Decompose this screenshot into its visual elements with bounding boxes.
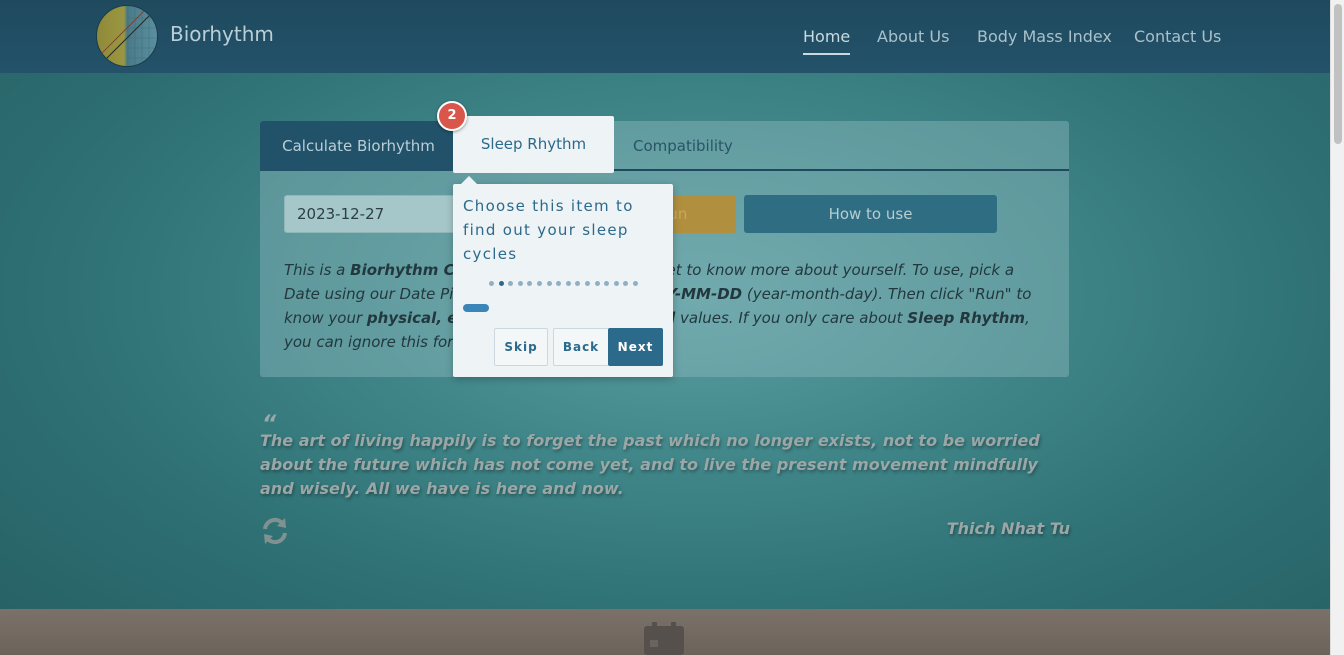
- tour-step-bullet[interactable]: [546, 281, 552, 286]
- tab-compatibility[interactable]: Compatibility: [633, 121, 733, 171]
- tour-step-bullet[interactable]: [594, 281, 600, 286]
- refresh-icon[interactable]: [259, 515, 291, 547]
- tour-step-bullet[interactable]: [604, 281, 610, 286]
- tour-tooltip: Choose this item to find out your sleep …: [453, 176, 673, 377]
- calendar-icon: [642, 622, 686, 655]
- tour-step-bullet[interactable]: [633, 281, 638, 286]
- tab-bar: Calculate Biorhythm Compatibility: [260, 121, 1069, 171]
- tour-progress-bar: [463, 304, 663, 312]
- tour-tooltip-text: Choose this item to find out your sleep …: [463, 197, 634, 263]
- tour-step-bullet[interactable]: [556, 281, 562, 286]
- tour-step-bullet[interactable]: [565, 281, 571, 286]
- how-to-use-button[interactable]: How to use: [744, 195, 997, 233]
- tour-step-badge: 2: [437, 101, 467, 131]
- tour-progress-fill: [463, 304, 489, 312]
- tour-step-bullet[interactable]: [508, 281, 514, 286]
- back-button[interactable]: Back: [553, 328, 609, 366]
- tour-step-bullet[interactable]: [498, 281, 504, 286]
- header: Biorhythm Home About Us Body Mass Index …: [0, 0, 1330, 73]
- tour-highlight-sleep-rhythm[interactable]: Sleep Rhythm: [453, 116, 614, 173]
- quote-author: Thich Nhat Tu: [946, 519, 1070, 538]
- next-button[interactable]: Next: [608, 328, 663, 366]
- scrollbar-thumb[interactable]: [1334, 4, 1342, 144]
- tour-step-bullet[interactable]: [585, 281, 590, 286]
- tour-step-bullet[interactable]: [537, 281, 542, 286]
- tour-step-bullet[interactable]: [517, 281, 523, 286]
- skip-button[interactable]: Skip: [494, 328, 548, 366]
- nav-contact-us[interactable]: Contact Us: [1134, 27, 1221, 46]
- nav-home[interactable]: Home: [803, 27, 851, 55]
- page-scrollbar[interactable]: [1330, 0, 1344, 655]
- tour-step-bullet[interactable]: [623, 281, 629, 286]
- tour-step-bullet[interactable]: [613, 281, 619, 286]
- brand-name[interactable]: Biorhythm: [170, 22, 274, 46]
- nav-about-us[interactable]: About Us: [877, 27, 949, 46]
- tab-calculate-biorhythm[interactable]: Calculate Biorhythm: [260, 121, 457, 171]
- tour-step-bullet[interactable]: [575, 281, 581, 286]
- quote-text: The art of living happily is to forget t…: [260, 431, 1040, 498]
- tour-step-bullet[interactable]: [489, 281, 494, 286]
- tab-sleep-rhythm[interactable]: Sleep Rhythm: [453, 116, 614, 173]
- nav-body-mass-index[interactable]: Body Mass Index: [977, 27, 1112, 46]
- logo-icon[interactable]: [96, 5, 158, 67]
- tour-step-bullet[interactable]: [527, 281, 533, 286]
